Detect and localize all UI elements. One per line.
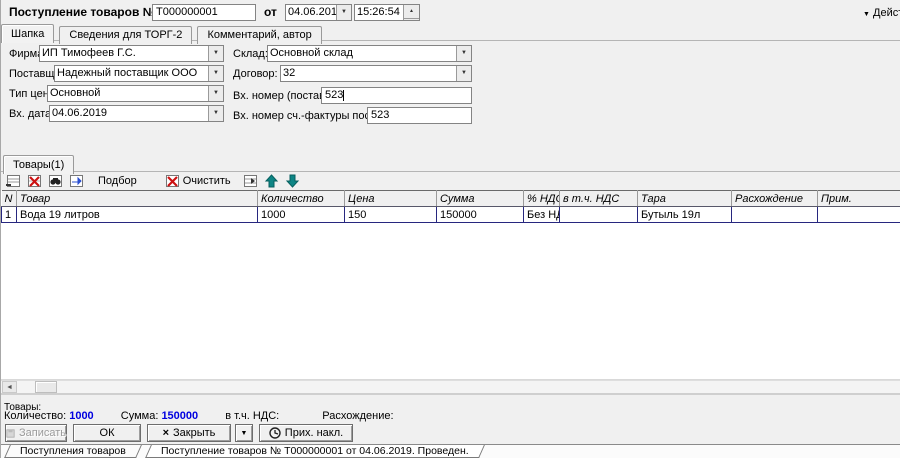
cell-prim[interactable] [818, 207, 900, 223]
horizontal-scrollbar[interactable]: ◄ [1, 380, 900, 394]
chevron-down-icon[interactable]: ▼ [208, 106, 223, 121]
dogovor-select[interactable]: 32▼ [280, 65, 472, 82]
window-tab-document[interactable]: Поступление товаров № Т000000001 от 04.0… [145, 445, 484, 458]
tab-shapka[interactable]: Шапка [1, 24, 54, 43]
window-tab-list[interactable]: Поступления товаров [4, 445, 142, 458]
doc-date-picker[interactable]: 04.06.2019 ▼ [285, 4, 352, 21]
ot-label: от [264, 4, 277, 21]
goods-table: N Товар Количество Цена Сумма % НДС в т.… [1, 190, 900, 223]
arrow-down-icon [285, 174, 300, 188]
sum-label: Сумма: [121, 410, 159, 422]
cell-tara[interactable]: Бутыль 19л [638, 207, 732, 223]
podbor-button[interactable]: Подбор [95, 173, 140, 190]
arrow-up-icon [264, 174, 279, 188]
sklad-label: Склад: [233, 46, 268, 63]
close-button[interactable]: × Закрыть [147, 424, 231, 442]
close-icon: × [163, 427, 169, 439]
sum-value: 150000 [161, 410, 198, 422]
vh-nomer-input[interactable]: 523 [321, 87, 472, 104]
scrollbar-thumb[interactable] [35, 381, 57, 393]
cell-kolichestvo[interactable]: 1000 [258, 207, 345, 223]
delete-row-icon [27, 174, 42, 188]
chevron-down-icon[interactable]: ▼ [456, 46, 471, 61]
col-n[interactable]: N [2, 191, 17, 207]
cell-n[interactable]: 1 [2, 207, 17, 223]
move-down-button[interactable] [282, 173, 303, 190]
col-summa[interactable]: Сумма [437, 191, 524, 207]
move-up-button[interactable] [261, 173, 282, 190]
page-title: Поступление товаров № [9, 4, 156, 21]
cell-tovar[interactable]: Вода 19 литров [17, 207, 258, 223]
tab-comment[interactable]: Комментарий, автор [197, 26, 321, 44]
actions-menu[interactable]: ▼ Действия [863, 5, 900, 23]
vh-data-label: Вх. дата: [9, 106, 54, 123]
vh-data-select[interactable]: 04.06.2019▼ [49, 105, 224, 122]
delete-row-button[interactable] [24, 173, 45, 190]
scroll-left-icon[interactable]: ◄ [2, 381, 17, 393]
cell-cena[interactable]: 150 [345, 207, 437, 223]
copy-row-button[interactable] [66, 173, 87, 190]
spinner-buttons[interactable]: ▲▼ [403, 5, 419, 20]
receipt-document-window: { "header": { "title_label": "Поступлени… [0, 0, 900, 458]
col-tovar[interactable]: Товар [17, 191, 258, 207]
window-tab-bar: Поступления товаров Поступление товаров … [1, 444, 900, 458]
chevron-down-icon[interactable]: ▼ [208, 46, 223, 61]
prih-nakl-button[interactable]: Прих. накл. [259, 424, 353, 442]
chevron-down-icon[interactable]: ▼ [208, 66, 223, 81]
tip-cen-select[interactable]: Основной▼ [47, 85, 224, 102]
vh-nomer-sf-input[interactable]: 523 [367, 107, 472, 124]
new-row-button[interactable] [3, 173, 24, 190]
col-cena[interactable]: Цена [345, 191, 437, 207]
chevron-down-icon[interactable]: ▼ [208, 86, 223, 101]
col-rashozhdenie[interactable]: Расхождение [732, 191, 818, 207]
dogovor-label: Договор: [233, 66, 278, 83]
close-options-dropdown[interactable]: ▼ [235, 424, 253, 442]
doc-number-input[interactable]: Т000000001 [152, 4, 256, 21]
tab-torg2[interactable]: Сведения для ТОРГ-2 [59, 26, 192, 44]
export-table-button[interactable] [240, 173, 261, 190]
diff-total-label: Расхождение: [322, 410, 393, 422]
clear-icon [165, 174, 180, 188]
chevron-down-icon[interactable]: ▼ [456, 66, 471, 81]
chevron-down-icon[interactable]: ▼ [336, 5, 351, 20]
tip-cen-label: Тип цен: [9, 86, 52, 103]
text-caret [343, 90, 344, 101]
col-tara[interactable]: Тара [638, 191, 732, 207]
table-row[interactable]: 1 Вода 19 литров 1000 150 150000 Без НДС… [2, 207, 900, 223]
clear-button[interactable]: Очистить [162, 173, 234, 190]
cell-rashozhdenie[interactable] [732, 207, 818, 223]
spin-up-icon[interactable]: ▲ [404, 5, 419, 19]
col-kolichestvo[interactable]: Количество [258, 191, 345, 207]
binoculars-icon [48, 174, 63, 188]
sklad-select[interactable]: Основной склад▼ [267, 45, 472, 62]
postavshik-select[interactable]: Надежный поставщик ООО▼ [54, 65, 224, 82]
qty-label: Количество: [4, 410, 66, 422]
doc-time-spinner[interactable]: 15:26:54 ▲▼ [354, 4, 420, 21]
print-icon [269, 427, 281, 439]
ok-button[interactable]: ОК [73, 424, 141, 442]
col-vtch-nds[interactable]: в т.ч. НДС [560, 191, 638, 207]
cell-vtch-nds[interactable] [560, 207, 638, 223]
col-nds[interactable]: % НДС [524, 191, 560, 207]
qty-value: 1000 [69, 410, 93, 422]
save-button[interactable]: Записать [5, 424, 67, 442]
new-row-icon [6, 174, 21, 188]
cell-summa[interactable]: 150000 [437, 207, 524, 223]
chevron-down-icon: ▼ [241, 430, 248, 437]
save-icon [6, 428, 15, 439]
find-row-button[interactable] [45, 173, 66, 190]
spin-down-icon[interactable]: ▼ [404, 19, 419, 21]
nds-total-label: в т.ч. НДС: [225, 410, 279, 422]
copy-row-icon [69, 174, 84, 188]
cell-nds[interactable]: Без НДС [524, 207, 560, 223]
firma-select[interactable]: ИП Тимофеев Г.С.▼ [39, 45, 224, 62]
col-prim[interactable]: Прим. [818, 191, 900, 207]
table-header-row: N Товар Количество Цена Сумма % НДС в т.… [2, 191, 900, 207]
export-table-icon [243, 174, 258, 188]
